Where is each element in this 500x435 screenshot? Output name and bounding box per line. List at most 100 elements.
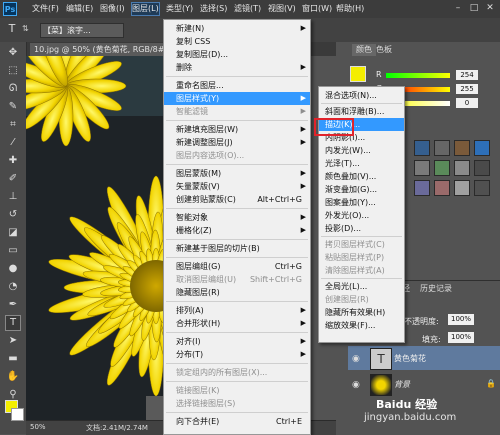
layer-menu-item[interactable]: 重命名图层... [164, 79, 310, 92]
layer-style-item[interactable]: 投影(D)... [319, 222, 404, 235]
layer-menu-item[interactable]: 分布(T) ▶ [164, 348, 310, 361]
gradient-tool-icon[interactable]: ▭ [6, 244, 20, 258]
layer-menu-item[interactable]: 排列(A) ▶ [164, 304, 310, 317]
layer-style-item[interactable]: 全局光(L)... [319, 280, 404, 293]
layer-style-item[interactable]: 混合选项(N)... [319, 89, 404, 102]
layer-style-item[interactable]: 清除图层样式(A) [319, 264, 404, 277]
eye-icon[interactable]: ◉ [352, 354, 360, 364]
photo-filter-icon[interactable] [414, 180, 430, 196]
layer-menu-item[interactable]: 创建剪贴蒙版(C) Alt+Ctrl+G [164, 193, 310, 206]
channel-value-input[interactable]: 0 [456, 98, 478, 108]
mixer-icon[interactable] [434, 180, 450, 196]
opacity-input[interactable]: 100% [448, 314, 474, 325]
hue-icon[interactable] [434, 160, 450, 176]
eyedropper-icon[interactable]: ⁄ [6, 136, 20, 150]
close-icon[interactable]: ✕ [484, 2, 496, 14]
layer-menu-item[interactable]: 新建基于图层的切片(B) [164, 242, 310, 255]
exposure-icon[interactable] [474, 140, 490, 156]
layer-menu-item[interactable]: 合并形状(H) ▶ [164, 317, 310, 330]
move-tool-icon[interactable]: ✥ [6, 46, 20, 60]
layer-menu-item[interactable]: 矢量蒙版(V) ▶ [164, 180, 310, 193]
orientation-icon[interactable]: ⇅ [22, 24, 29, 33]
layer-menu-item[interactable]: 向下合并(E) Ctrl+E [164, 415, 310, 428]
channel-slider[interactable] [386, 73, 450, 78]
levels-icon[interactable] [434, 140, 450, 156]
lookup-icon[interactable] [454, 180, 470, 196]
channel-value-input[interactable]: 254 [456, 70, 478, 80]
menu-item[interactable]: 选择(S) [200, 3, 227, 15]
layer-style-item[interactable]: 隐藏所有效果(H) [319, 306, 404, 319]
layer-menu-item[interactable]: 图层编组(G) Ctrl+G [164, 260, 310, 273]
layer-style-item[interactable]: 图案叠加(Y)... [319, 196, 404, 209]
layer-menu-item[interactable]: 隐藏图层(R) [164, 286, 310, 299]
layer-menu-item[interactable]: 图层样式(Y) ▶ [164, 92, 310, 105]
menu-item[interactable]: 视图(V) [268, 3, 296, 15]
eraser-tool-icon[interactable]: ◪ [6, 226, 20, 240]
healing-brush-icon[interactable]: ✚ [6, 154, 20, 168]
color-panel-foreground[interactable] [350, 66, 366, 82]
channel-value-input[interactable]: 255 [456, 84, 478, 94]
dodge-tool-icon[interactable]: ◔ [6, 280, 20, 294]
minimize-icon[interactable]: – [452, 2, 464, 14]
crop-tool-icon[interactable]: ⌗ [6, 118, 20, 132]
layer-menu-item[interactable]: 对齐(I) ▶ [164, 335, 310, 348]
tab-swatches[interactable]: 色板 [372, 44, 396, 56]
blur-tool-icon[interactable]: ● [6, 262, 20, 276]
menu-item[interactable]: 类型(Y) [166, 3, 193, 15]
pen-tool-icon[interactable]: ✒ [6, 298, 20, 312]
curves-icon[interactable] [454, 140, 470, 156]
layer-menu-item[interactable]: 锁定组内的所有图层(X)... [164, 366, 310, 379]
layer-menu-item[interactable]: 图层蒙版(M) ▶ [164, 167, 310, 180]
balance-icon[interactable] [454, 160, 470, 176]
lasso-tool-icon[interactable]: ᘏ [6, 82, 20, 96]
layer-menu-item[interactable]: 新建调整图层(J) ▶ [164, 136, 310, 149]
layer-style-item[interactable]: 斜面和浮雕(B)... [319, 105, 404, 118]
layer-menu-item[interactable]: 新建(N) ▶ [164, 22, 310, 35]
menu-item[interactable]: 窗口(W) [302, 3, 332, 15]
path-select-icon[interactable]: ➤ [6, 334, 20, 348]
layer-row-text[interactable]: ◉ T 黄色菊花 [348, 346, 500, 370]
marquee-tool-icon[interactable]: ⬚ [6, 64, 20, 78]
menu-item[interactable]: 图层(L) [131, 2, 160, 16]
brush-tool-icon[interactable]: ✐ [6, 172, 20, 186]
hand-tool-icon[interactable]: ✋ [6, 370, 20, 384]
tab-layers-panel[interactable]: 历史记录 [416, 283, 456, 295]
fill-input[interactable]: 100% [448, 332, 474, 343]
maximize-icon[interactable]: □ [468, 2, 480, 14]
bw-icon[interactable] [474, 160, 490, 176]
layer-menu-item[interactable]: 栅格化(Z) ▶ [164, 224, 310, 237]
font-family-select[interactable]: 【菜】滚字... [40, 23, 124, 38]
layer-style-item[interactable]: 外发光(O)... [319, 209, 404, 222]
invert-icon[interactable] [474, 180, 490, 196]
layer-style-item[interactable]: 缩放效果(F)... [319, 319, 404, 332]
layer-row-background[interactable]: ◉ 背景 🔒 [348, 372, 500, 396]
menu-item[interactable]: 图像(I) [100, 3, 125, 15]
layer-menu-item[interactable]: 智能对象 ▶ [164, 211, 310, 224]
layer-style-item[interactable]: 拷贝图层样式(C) [319, 238, 404, 251]
layer-menu-item[interactable]: 图层内容选项(O)... [164, 149, 310, 162]
menu-item[interactable]: 滤镜(T) [234, 3, 261, 15]
history-brush-icon[interactable]: ↺ [6, 208, 20, 222]
stamp-tool-icon[interactable]: ⊥ [6, 190, 20, 204]
layer-menu-item[interactable]: 链接图层(K) [164, 384, 310, 397]
layer-style-item[interactable]: 粘贴图层样式(P) [319, 251, 404, 264]
quick-select-icon[interactable]: ✎ [6, 100, 20, 114]
layer-menu-item[interactable]: 复制 CSS [164, 35, 310, 48]
menu-item[interactable]: 文件(F) [32, 3, 59, 15]
layer-style-item[interactable]: 颜色叠加(V)... [319, 170, 404, 183]
layer-style-item[interactable]: 创建图层(R) [319, 293, 404, 306]
layer-menu-item[interactable]: 新建填充图层(W) ▶ [164, 123, 310, 136]
menu-item[interactable]: 帮助(H) [336, 3, 364, 15]
type-tool-icon[interactable]: T [4, 22, 20, 38]
layer-menu-item[interactable]: 选择链接图层(S) [164, 397, 310, 410]
layer-menu-item[interactable]: 删除 ▶ [164, 61, 310, 74]
shape-tool-icon[interactable]: ▬ [6, 352, 20, 366]
layer-menu-item[interactable]: 智能滤镜 ▶ [164, 105, 310, 118]
menu-item[interactable]: 编辑(E) [66, 3, 93, 15]
layer-style-item[interactable]: 内发光(W)... [319, 144, 404, 157]
vibrance-icon[interactable] [414, 160, 430, 176]
brightness-icon[interactable] [414, 140, 430, 156]
type-tool-icon[interactable]: T [5, 315, 21, 331]
eye-icon[interactable]: ◉ [352, 380, 360, 390]
background-color-swatch[interactable] [11, 408, 24, 421]
